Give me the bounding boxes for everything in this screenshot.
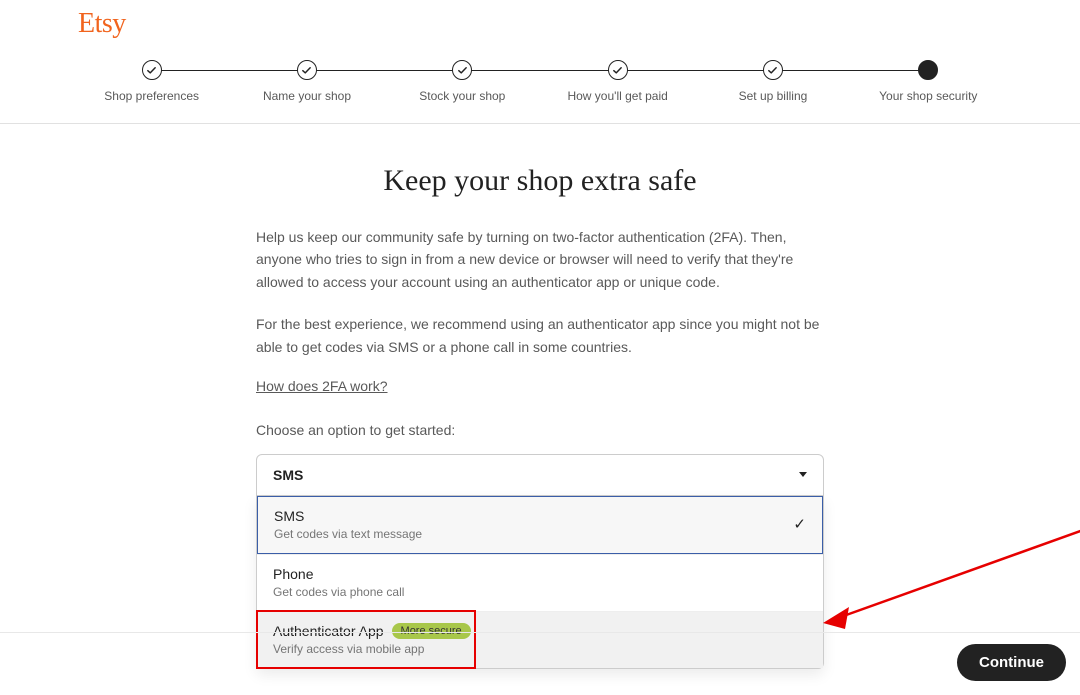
check-icon: ✓ bbox=[793, 515, 806, 533]
step-check-icon bbox=[452, 60, 472, 80]
step-stock-your-shop[interactable]: Stock your shop bbox=[385, 60, 540, 103]
option-authenticator-app[interactable]: Authenticator AppMore secure Verify acces… bbox=[257, 611, 823, 668]
option-description: Verify access via mobile app bbox=[273, 642, 471, 656]
step-your-shop-security[interactable]: Your shop security bbox=[851, 60, 1006, 103]
more-secure-badge: More secure bbox=[392, 623, 471, 639]
step-label: How you'll get paid bbox=[567, 89, 667, 103]
step-connector bbox=[307, 70, 462, 71]
step-connector bbox=[618, 70, 773, 71]
step-current-icon bbox=[918, 60, 938, 80]
step-label: Name your shop bbox=[263, 89, 351, 103]
step-connector bbox=[773, 70, 928, 71]
step-connector bbox=[462, 70, 617, 71]
two-fa-method-select: SMS SMS Get codes via text message ✓ Phone G… bbox=[256, 454, 824, 669]
continue-button[interactable]: Continue bbox=[957, 644, 1066, 681]
step-name-your-shop[interactable]: Name your shop bbox=[229, 60, 384, 103]
intro-paragraph-2: For the best experience, we recommend us… bbox=[256, 313, 824, 358]
step-label: Shop preferences bbox=[104, 89, 199, 103]
step-connector bbox=[152, 70, 307, 71]
select-header[interactable]: SMS bbox=[256, 454, 824, 496]
step-how-you-ll-get-paid[interactable]: How you'll get paid bbox=[540, 60, 695, 103]
choose-option-label: Choose an option to get started: bbox=[256, 422, 824, 438]
page-title: Keep your shop extra safe bbox=[256, 164, 824, 198]
step-check-icon bbox=[297, 60, 317, 80]
step-shop-preferences[interactable]: Shop preferences bbox=[74, 60, 229, 103]
option-title: Authenticator AppMore secure bbox=[273, 623, 471, 639]
step-label: Your shop security bbox=[879, 89, 977, 103]
option-phone[interactable]: Phone Get codes via phone call bbox=[257, 554, 823, 611]
main-content: Keep your shop extra safe Help us keep o… bbox=[240, 164, 840, 669]
option-description: Get codes via text message bbox=[274, 527, 422, 541]
how-2fa-works-link[interactable]: How does 2FA work? bbox=[256, 378, 388, 394]
onboarding-stepper: Shop preferences Name your shop Stock your… bbox=[0, 60, 1080, 124]
brand-logo[interactable]: Etsy bbox=[0, 0, 1080, 46]
step-label: Set up billing bbox=[739, 89, 808, 103]
step-check-icon bbox=[608, 60, 628, 80]
step-set-up-billing[interactable]: Set up billing bbox=[695, 60, 850, 103]
chevron-down-icon bbox=[799, 472, 807, 477]
select-current-value: SMS bbox=[273, 467, 303, 483]
option-title: SMS bbox=[274, 508, 422, 524]
select-options-list: SMS Get codes via text message ✓ Phone Get c… bbox=[256, 496, 824, 669]
option-sms[interactable]: SMS Get codes via text message ✓ bbox=[257, 496, 823, 554]
intro-paragraph-1: Help us keep our community safe by turni… bbox=[256, 226, 824, 293]
annotation-arrow bbox=[813, 501, 1080, 651]
step-check-icon bbox=[142, 60, 162, 80]
step-check-icon bbox=[763, 60, 783, 80]
footer-separator bbox=[0, 632, 1080, 633]
option-description: Get codes via phone call bbox=[273, 585, 404, 599]
step-label: Stock your shop bbox=[419, 89, 505, 103]
option-title: Phone bbox=[273, 566, 404, 582]
